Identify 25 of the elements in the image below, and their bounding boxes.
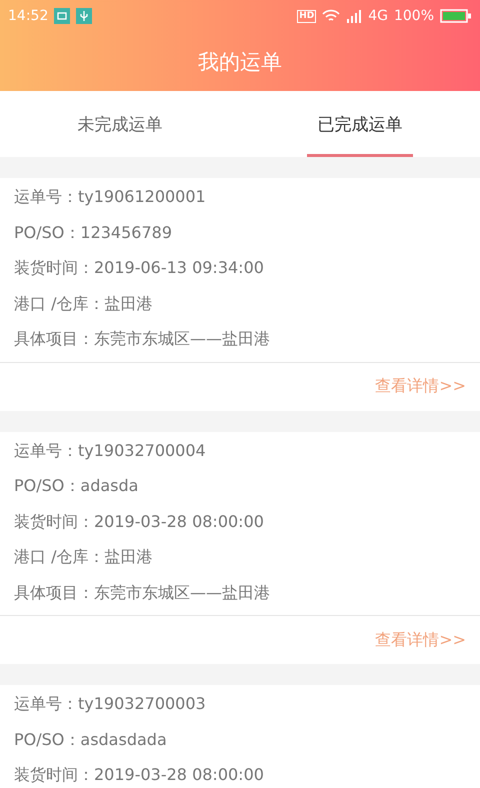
order-field: 具体项目：东莞市东城区——盐田港	[14, 576, 466, 611]
order-field: 装货时间：2019-06-13 09:34:00	[14, 251, 466, 286]
page-title: 我的运单	[198, 48, 282, 76]
signal-icon	[346, 9, 362, 23]
order-field: PO/SO：123456789	[14, 216, 466, 251]
order-field: PO/SO：adasda	[14, 469, 466, 504]
battery-percent: 100%	[394, 8, 434, 24]
order-field: 运单号：ty19061200001	[14, 180, 466, 216]
order-field: 具体项目：东莞市东城区——盐田港	[14, 322, 466, 358]
status-time: 14:52	[8, 8, 48, 24]
tab[interactable]: 已完成运单	[240, 91, 480, 157]
screenshot-icon	[54, 8, 70, 24]
usb-icon	[76, 8, 92, 24]
tab[interactable]: 未完成运单	[0, 91, 240, 157]
order-field: 运单号：ty19032700004	[14, 434, 466, 469]
network-type: 4G	[368, 8, 388, 24]
order-field: 运单号：ty19032700003	[14, 687, 466, 722]
wifi-icon	[322, 9, 340, 23]
hd-indicator: HD	[297, 10, 316, 22]
order-field: 装货时间：2019-03-28 08:00:00	[14, 504, 466, 540]
battery-icon	[440, 9, 472, 23]
order-field: 港口 /仓库：盐田港	[14, 540, 466, 576]
order-field: 港口 /仓库：盐田港	[14, 286, 466, 322]
order-field: PO/SO：asdasdada	[14, 722, 466, 758]
order-field: 装货时间：2019-03-28 08:00:00	[14, 758, 466, 788]
